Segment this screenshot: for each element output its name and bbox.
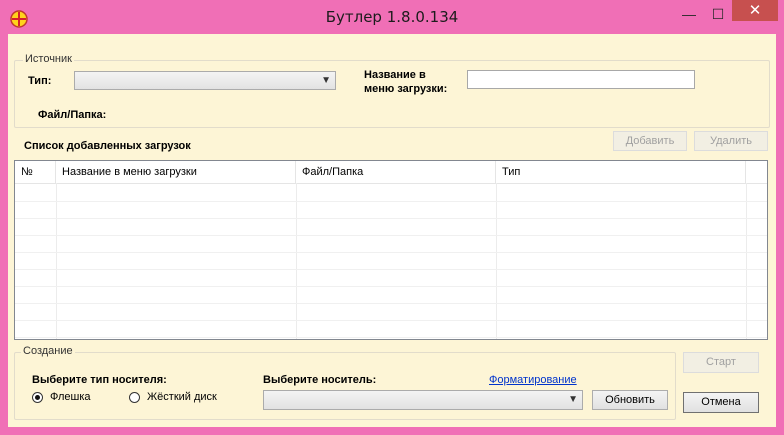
type-select[interactable]: ▼ bbox=[74, 71, 336, 90]
column-number[interactable]: № bbox=[15, 161, 56, 183]
downloads-list[interactable]: № Название в меню загрузки Файл/Папка Ти… bbox=[14, 160, 768, 340]
flash-radio[interactable] bbox=[32, 392, 43, 403]
list-row bbox=[15, 320, 767, 338]
start-button[interactable]: Старт bbox=[683, 352, 759, 373]
cancel-button[interactable]: Отмена bbox=[683, 392, 759, 413]
refresh-button[interactable]: Обновить bbox=[592, 390, 668, 410]
list-row bbox=[15, 269, 767, 287]
media-label: Выберите носитель: bbox=[263, 374, 377, 386]
remove-button[interactable]: Удалить bbox=[694, 131, 768, 151]
list-header: № Название в меню загрузки Файл/Папка Ти… bbox=[15, 161, 767, 184]
close-button[interactable]: ✕ bbox=[732, 0, 778, 21]
file-folder-label: Файл/Папка: bbox=[38, 109, 107, 121]
list-row bbox=[15, 201, 767, 219]
list-row bbox=[15, 286, 767, 304]
chevron-down-icon: ▼ bbox=[568, 394, 578, 405]
column-file-folder[interactable]: Файл/Папка bbox=[296, 161, 496, 183]
hdd-radio-label[interactable]: Жёсткий диск bbox=[147, 391, 217, 403]
list-row bbox=[15, 218, 767, 236]
media-type-label: Выберите тип носителя: bbox=[32, 374, 167, 386]
chevron-down-icon: ▼ bbox=[321, 75, 331, 86]
maximize-button[interactable]: ☐ bbox=[705, 4, 731, 26]
title-bar[interactable]: Бутлер 1.8.0.134 — ☐ ✕ bbox=[0, 0, 784, 34]
hdd-radio[interactable] bbox=[129, 392, 140, 403]
downloads-heading: Список добавленных загрузок bbox=[24, 140, 191, 152]
window-title: Бутлер 1.8.0.134 bbox=[325, 8, 459, 26]
media-select[interactable]: ▼ bbox=[263, 390, 583, 410]
flash-radio-label[interactable]: Флешка bbox=[50, 391, 91, 403]
type-label: Тип: bbox=[28, 75, 52, 87]
format-link[interactable]: Форматирование bbox=[489, 374, 577, 386]
column-menu-name[interactable]: Название в меню загрузки bbox=[56, 161, 296, 183]
list-row bbox=[15, 252, 767, 270]
list-row bbox=[15, 235, 767, 253]
main-window: Бутлер 1.8.0.134 — ☐ ✕ Источник Тип: ▼ Н… bbox=[0, 0, 784, 435]
minimize-button[interactable]: — bbox=[676, 4, 702, 26]
menu-name-label-line2: меню загрузки: bbox=[364, 83, 448, 95]
menu-name-input[interactable] bbox=[467, 70, 695, 89]
source-group-label: Источник bbox=[23, 53, 74, 65]
list-row bbox=[15, 303, 767, 321]
client-area: Источник Тип: ▼ Название в меню загрузки… bbox=[8, 34, 776, 427]
creation-group-label: Создание bbox=[21, 345, 75, 357]
column-type[interactable]: Тип bbox=[496, 161, 746, 183]
list-row bbox=[15, 184, 767, 202]
menu-name-label-line1: Название в bbox=[364, 69, 426, 81]
add-button[interactable]: Добавить bbox=[613, 131, 687, 151]
